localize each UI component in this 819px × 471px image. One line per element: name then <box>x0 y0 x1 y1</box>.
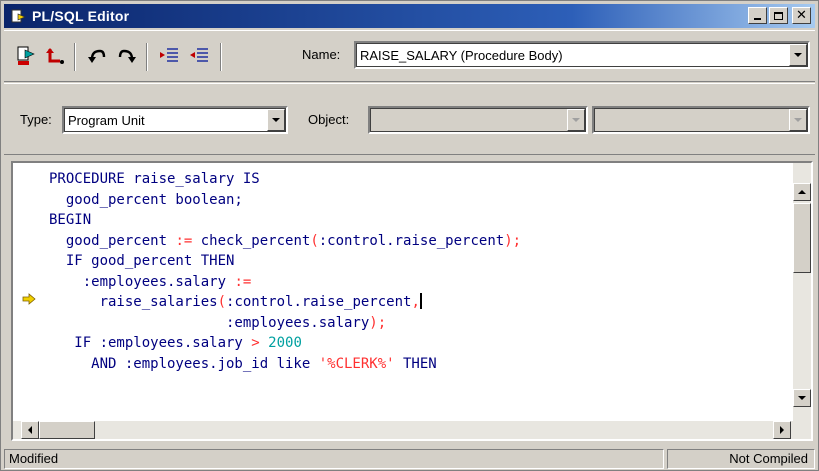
code-token: := <box>175 232 193 249</box>
maximize-icon <box>774 11 783 20</box>
code-line[interactable]: IF :employees.salary > 2000 <box>49 333 789 354</box>
type-dropdown-button[interactable] <box>267 109 285 131</box>
indent-button[interactable] <box>156 43 182 69</box>
text-caret <box>419 293 422 309</box>
toolbar-separator <box>146 43 148 71</box>
outdent-button[interactable] <box>186 43 212 69</box>
undo-icon <box>88 49 106 63</box>
object-label: Object: <box>308 112 350 127</box>
code-token: > <box>251 335 260 351</box>
code-line[interactable]: BEGIN <box>49 210 789 231</box>
close-button[interactable]: ✕ <box>792 7 811 24</box>
code-token: :control.raise_percent <box>226 294 412 310</box>
code-line[interactable]: :employees.salary := <box>49 272 789 293</box>
code-line[interactable]: AND :employees.job_id like '%CLERK%' THE… <box>49 354 789 375</box>
code-token: PROCEDURE raise_salary IS <box>49 171 260 187</box>
chevron-down-icon <box>794 118 802 122</box>
code-token: IF good_percent THEN <box>49 253 235 269</box>
code-text-area[interactable]: PROCEDURE raise_salary IS good_percent b… <box>49 169 789 374</box>
outdent-icon <box>190 48 208 62</box>
name-dropdown[interactable]: RAISE_SALARY (Procedure Body) <box>354 41 810 69</box>
indent-icon <box>160 48 178 62</box>
chevron-down-icon <box>572 118 580 122</box>
object-dropdown-button[interactable] <box>567 109 585 131</box>
title-bar[interactable]: PL/SQL Editor ✕ <box>4 4 815 28</box>
arrow-icon <box>22 293 36 308</box>
minimize-button[interactable] <box>748 7 767 24</box>
code-editor[interactable]: PROCEDURE raise_salary IS good_percent b… <box>11 161 813 441</box>
code-line[interactable]: PROCEDURE raise_salary IS <box>49 169 789 190</box>
code-line[interactable]: raise_salaries(:control.raise_percent, <box>49 292 789 313</box>
code-token: check_percent <box>192 232 311 249</box>
status-bar: Modified Not Compiled <box>4 447 815 469</box>
horizontal-scroll-thumb[interactable] <box>39 421 95 439</box>
selector-bar: Type: Program Unit Object: <box>4 83 815 155</box>
chevron-down-icon <box>794 53 802 57</box>
vertical-scrollbar[interactable] <box>793 163 811 439</box>
code-token: :employees.salary <box>49 273 235 290</box>
code-line[interactable]: good_percent boolean; <box>49 190 789 211</box>
code-token: 2000 <box>268 335 302 351</box>
code-token: BEGIN <box>49 212 92 228</box>
code-line[interactable]: :employees.salary); <box>49 313 789 334</box>
scroll-left-button[interactable] <box>21 421 39 439</box>
window-title: PL/SQL Editor <box>32 8 130 24</box>
arrow-left-icon <box>28 426 32 434</box>
code-line[interactable]: IF good_percent THEN <box>49 251 789 272</box>
toolbar-separator <box>74 43 76 71</box>
name-label: Name: <box>302 47 341 62</box>
code-line[interactable]: good_percent := check_percent(:control.r… <box>49 231 789 252</box>
code-token: IF :employees.salary <box>49 335 252 351</box>
object-dropdown[interactable] <box>368 106 588 134</box>
status-compile-state: Not Compiled <box>667 449 815 469</box>
revert-button[interactable] <box>42 43 68 69</box>
compile-button[interactable] <box>14 43 40 69</box>
toolbar-separator <box>220 43 222 71</box>
name-value: RAISE_SALARY (Procedure Body) <box>360 47 563 63</box>
code-token: := <box>234 273 252 290</box>
editor-app-icon <box>10 8 26 24</box>
scroll-up-button[interactable] <box>793 183 811 201</box>
scroll-right-button[interactable] <box>773 421 791 439</box>
object-subprogram-dropdown-button[interactable] <box>789 109 807 131</box>
code-token: ); <box>504 232 522 249</box>
type-value: Program Unit <box>68 112 145 128</box>
code-token: , <box>411 294 420 310</box>
code-token: ); <box>369 314 387 331</box>
toolbar: Name: RAISE_SALARY (Procedure Body) <box>4 30 815 82</box>
undo-button[interactable] <box>84 43 110 69</box>
plsql-editor-window: PL/SQL Editor ✕ Name: RAISE_SALARY (Proc… <box>0 0 819 471</box>
horizontal-scrollbar[interactable] <box>13 421 811 439</box>
status-modified: Modified <box>4 449 664 469</box>
type-label: Type: <box>20 112 52 127</box>
arrow-right-icon <box>780 426 784 434</box>
code-token: good_percent <box>49 232 176 249</box>
object-subprogram-dropdown[interactable] <box>592 106 810 134</box>
code-token: AND :employees.job_id like <box>49 355 319 372</box>
code-token: raise_salaries <box>49 294 218 310</box>
code-token: '%CLERK%' <box>318 355 395 372</box>
editor-gutter <box>13 163 43 439</box>
minimize-icon <box>754 18 761 20</box>
close-icon: ✕ <box>796 8 807 23</box>
code-token: ( <box>217 294 227 310</box>
arrow-down-icon <box>798 396 806 400</box>
compile-icon <box>17 46 35 65</box>
code-token: :employees.salary <box>49 314 370 331</box>
code-token: :control.raise_percent <box>318 232 505 249</box>
code-token: good_percent boolean; <box>49 191 243 208</box>
name-dropdown-button[interactable] <box>789 44 807 66</box>
chevron-down-icon <box>272 118 280 122</box>
arrow-up-icon <box>798 190 806 194</box>
revert-icon <box>46 48 64 64</box>
redo-icon <box>118 49 136 63</box>
vertical-scroll-thumb[interactable] <box>793 203 811 273</box>
type-dropdown[interactable]: Program Unit <box>62 106 288 134</box>
code-token: ( <box>310 232 319 249</box>
maximize-button[interactable] <box>769 7 788 24</box>
redo-button[interactable] <box>114 43 140 69</box>
code-token: THEN <box>394 355 437 372</box>
scroll-down-button[interactable] <box>793 389 811 407</box>
